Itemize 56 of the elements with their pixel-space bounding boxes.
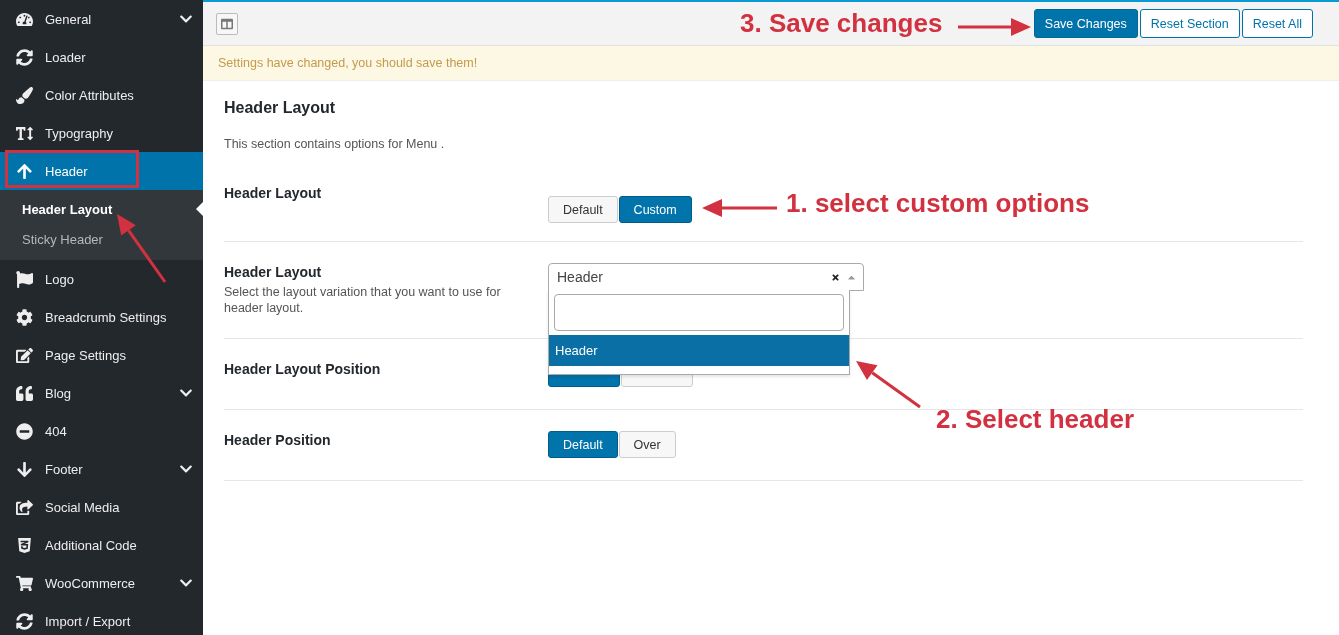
toolbar-button[interactable]: Reset All xyxy=(1241,9,1313,38)
layout-toggle-button[interactable] xyxy=(216,12,238,35)
sidebar-item[interactable]: WooCommerce xyxy=(0,564,203,602)
sidebar-item[interactable]: Loader xyxy=(0,38,203,76)
sidebar-item[interactable]: Typography xyxy=(0,114,203,152)
section-title: Header Layout xyxy=(224,98,337,117)
sidebar-item[interactable]: 404 xyxy=(0,412,203,450)
field-label: Header Position xyxy=(224,432,332,448)
option-button[interactable]: Custom xyxy=(618,196,692,223)
sidebar-item[interactable]: Blog xyxy=(0,374,203,412)
field-label: Header Layout xyxy=(224,185,323,201)
dropdown-option[interactable]: Header xyxy=(549,335,849,366)
option-button[interactable]: Default xyxy=(548,431,618,458)
select-field[interactable]: Header xyxy=(548,263,864,291)
field-label: Header Layout xyxy=(224,264,323,280)
css-icon xyxy=(16,536,33,554)
notice-text: Settings have changed, you should save them! xyxy=(203,46,1339,81)
annotation-arrow xyxy=(117,214,167,283)
field-description: Select the layout variation that you want to use for header layout. xyxy=(224,284,502,316)
field-label: Header Layout Position xyxy=(224,361,382,377)
sidebar-item[interactable]: General xyxy=(0,0,203,38)
share-icon xyxy=(16,498,33,516)
annotation-text: 3. Save changes xyxy=(740,8,943,39)
gauge-icon xyxy=(16,10,33,28)
sidebar-item[interactable]: Header xyxy=(0,152,203,190)
sidebar-item[interactable]: Social Media xyxy=(0,488,203,526)
gear-icon xyxy=(16,308,33,326)
cart-icon xyxy=(16,574,33,592)
annotation-text: 2. Select header xyxy=(936,404,1134,435)
sidebar-item[interactable]: Import / Export xyxy=(0,602,203,635)
clear-icon[interactable] xyxy=(831,272,840,282)
text-icon xyxy=(16,124,33,142)
arrow-up-icon xyxy=(16,162,33,180)
sidebar-item[interactable]: Page Settings xyxy=(0,336,203,374)
option-button[interactable]: Default xyxy=(548,196,618,223)
quote-icon xyxy=(16,384,33,402)
annotation-text: 1. select custom options xyxy=(786,188,1090,219)
sidebar-item[interactable]: Footer xyxy=(0,450,203,488)
sidebar-item[interactable]: Additional Code xyxy=(0,526,203,564)
annotation-arrow xyxy=(856,361,921,409)
section-description: This section contains options for Menu . xyxy=(224,137,446,151)
search-field[interactable] xyxy=(554,294,844,331)
flag-icon xyxy=(16,270,33,288)
arrow-down-icon xyxy=(16,460,33,478)
option-button[interactable]: Over xyxy=(618,431,676,458)
refresh-icon xyxy=(16,612,33,630)
toolbar-button[interactable]: Save Changes xyxy=(1033,9,1138,38)
toolbar-button[interactable]: Reset Section xyxy=(1139,9,1240,38)
edit-icon xyxy=(16,346,33,364)
brush-icon xyxy=(16,86,33,104)
refresh-icon xyxy=(16,48,33,66)
sidebar-item[interactable]: Breadcrumb Settings xyxy=(0,298,203,336)
submenu-item[interactable]: Sticky Header xyxy=(0,224,203,254)
layout-icon xyxy=(221,17,233,30)
sidebar-item[interactable]: Color Attributes xyxy=(0,76,203,114)
sidebar-item[interactable]: Logo xyxy=(0,260,203,298)
